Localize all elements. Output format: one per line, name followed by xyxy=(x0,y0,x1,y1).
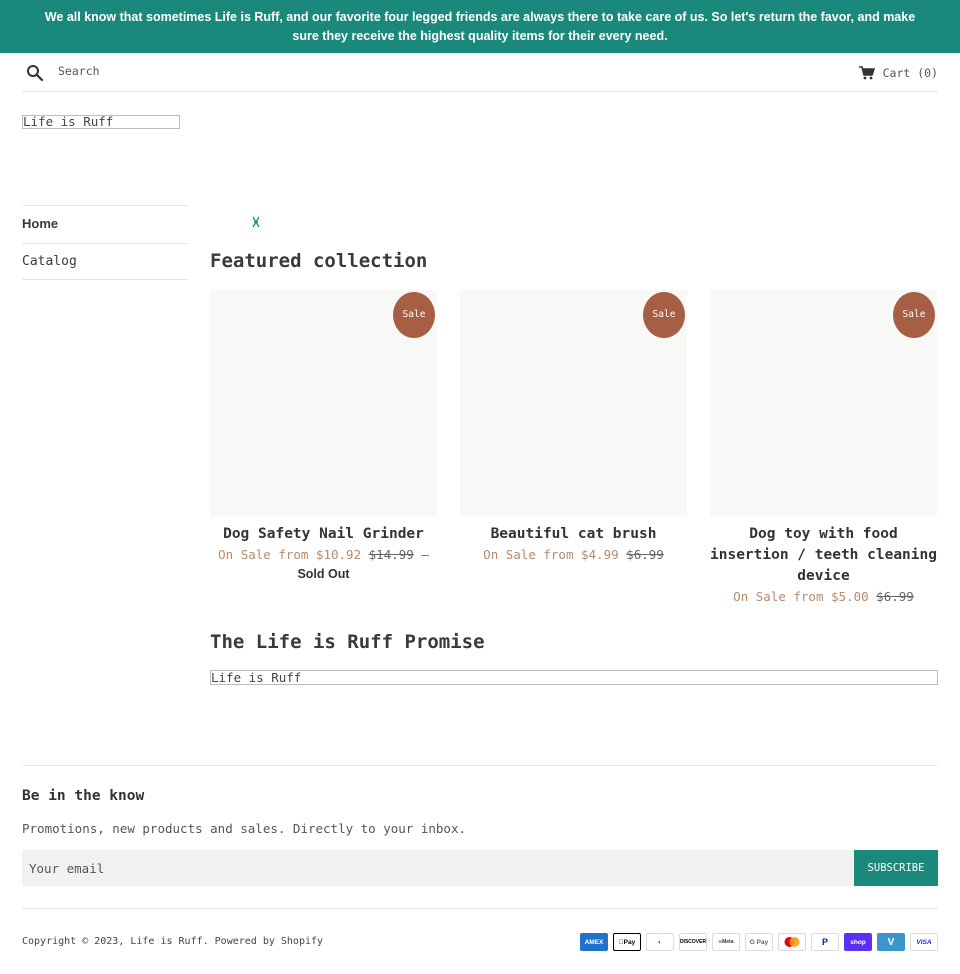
paypal-icon: P xyxy=(811,933,839,951)
featured-collection-title: Featured collection xyxy=(210,250,428,272)
google-pay-icon: G Pay xyxy=(745,933,773,951)
announcement-bar: We all know that sometimes Life is Ruff,… xyxy=(0,0,960,53)
meta-pay-icon: ∞Meta xyxy=(712,933,740,951)
cart-icon xyxy=(858,66,875,80)
newsletter-subtitle: Promotions, new products and sales. Dire… xyxy=(22,821,467,836)
site-header: Cart (0) xyxy=(22,53,938,92)
announcement-text: We all know that sometimes Life is Ruff,… xyxy=(44,10,916,43)
amex-icon: AMEX xyxy=(580,933,608,951)
sale-price: On Sale from $5.00 xyxy=(733,589,869,604)
sale-price: On Sale from $4.99 xyxy=(483,547,619,562)
compare-price: $6.99 xyxy=(876,589,914,604)
shop-pay-icon: shop xyxy=(844,933,872,951)
promise-image-alt: Life is Ruff xyxy=(211,670,302,685)
product-image[interactable]: Sale xyxy=(710,290,937,517)
search-input[interactable] xyxy=(58,61,358,81)
sale-price: On Sale from $10.92 xyxy=(218,547,362,562)
search-icon[interactable] xyxy=(26,64,44,82)
email-field[interactable] xyxy=(22,850,854,886)
product-title[interactable]: Dog Safety Nail Grinder xyxy=(210,524,437,545)
nav-item-catalog[interactable]: Catalog xyxy=(22,242,188,280)
logo-text: Life is Ruff xyxy=(23,115,114,129)
payment-icons: AMEX Pay ◐ DISCOVER ∞Meta G Pay P shop … xyxy=(580,933,938,951)
footer-divider-bottom xyxy=(22,908,938,909)
price-separator: — xyxy=(421,547,429,562)
visa-icon: VISA xyxy=(910,933,938,951)
footer-divider xyxy=(22,765,938,766)
sold-out-label: Sold Out xyxy=(297,567,350,581)
product-card[interactable]: Sale Dog toy with food insertion / teeth… xyxy=(710,290,937,607)
cart-label: Cart (0) xyxy=(882,66,938,80)
nav-item-home[interactable]: Home xyxy=(22,205,188,243)
apple-pay-icon: Pay xyxy=(613,933,641,951)
product-card[interactable]: Sale Dog Safety Nail Grinder On Sale fro… xyxy=(210,290,437,583)
copyright-text: Copyright © 2023, Life is Ruff. Powered … xyxy=(22,936,324,947)
promise-title: The Life is Ruff Promise xyxy=(210,631,485,653)
product-title[interactable]: Beautiful cat brush xyxy=(460,524,687,545)
sidebar-nav: Home Catalog xyxy=(22,205,188,280)
sale-badge: Sale xyxy=(393,292,435,338)
product-price: On Sale from $4.99 $6.99 xyxy=(460,545,687,565)
promise-image: Life is Ruff xyxy=(210,670,938,685)
product-title[interactable]: Dog toy with food insertion / teeth clea… xyxy=(710,524,937,587)
product-card[interactable]: Sale Beautiful cat brush On Sale from $4… xyxy=(460,290,687,565)
compare-price: $6.99 xyxy=(626,547,664,562)
cart-link[interactable]: Cart (0) xyxy=(858,64,938,82)
product-price: On Sale from $5.00 $6.99 xyxy=(710,587,937,607)
sale-badge: Sale xyxy=(643,292,685,338)
compare-price: $14.99 xyxy=(368,547,414,562)
product-image[interactable]: Sale xyxy=(460,290,687,517)
venmo-icon: V xyxy=(877,933,905,951)
site-logo[interactable]: Life is Ruff xyxy=(22,115,180,129)
sale-badge: Sale xyxy=(893,292,935,338)
product-image[interactable]: Sale xyxy=(210,290,437,517)
diners-club-icon: ◐ xyxy=(646,933,674,951)
mastercard-icon xyxy=(778,933,806,951)
subscribe-button[interactable]: SUBSCRIBE xyxy=(854,850,938,886)
newsletter-title: Be in the know xyxy=(22,788,145,804)
product-price: On Sale from $10.92 $14.99 — xyxy=(210,545,437,565)
decorative-icon xyxy=(252,216,260,228)
discover-icon: DISCOVER xyxy=(679,933,707,951)
